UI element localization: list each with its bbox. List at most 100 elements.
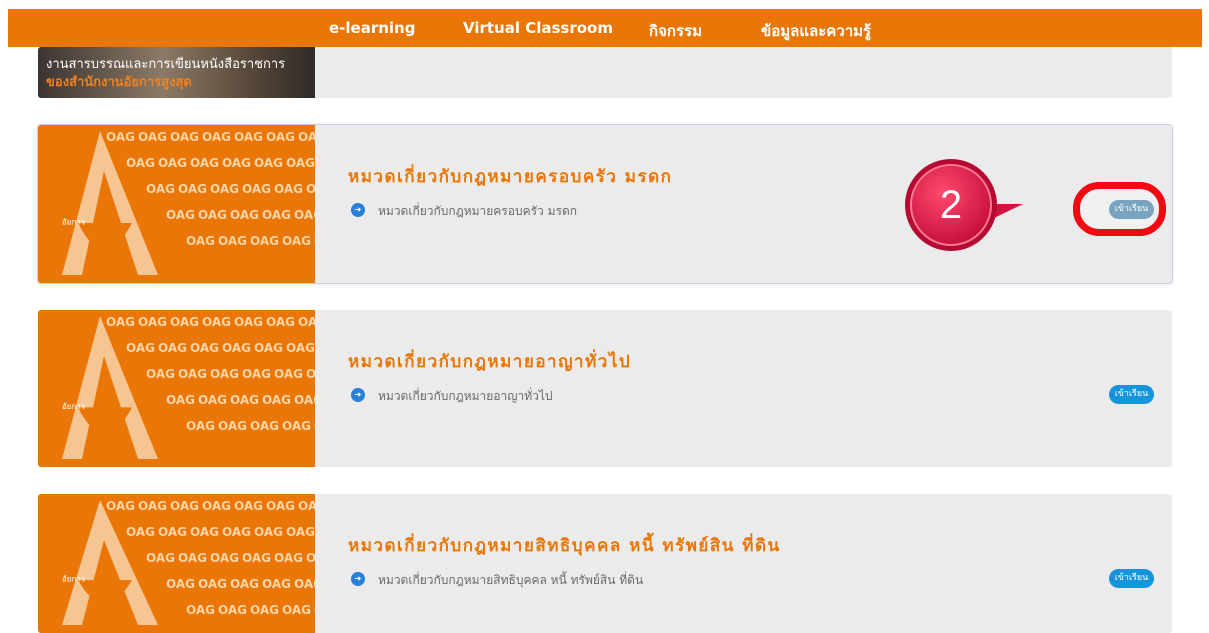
- oag-logo-text: OAG: [190, 341, 219, 355]
- oag-logo-text: OAG: [282, 419, 311, 433]
- oag-logo-text: OAG: [250, 603, 279, 617]
- course-thumbnail-oag: อัยการOAGOAGOAGOAGOAGOAGOAGOAGOAGOAGOAGO…: [38, 494, 315, 633]
- course-banner-image: งานสารบรรณและการเขียนหนังสือราชการ ของสำ…: [38, 47, 315, 98]
- oag-logo-text: OAG: [274, 551, 303, 565]
- oag-logo-text: OAG: [138, 315, 167, 329]
- oag-logo-text: OAG: [274, 367, 303, 381]
- oag-logo-text: OAG: [166, 577, 195, 591]
- course-title[interactable]: หมวดเกี่ยวกับกฎหมายสิทธิบุคคล หนี้ ทรัพย…: [348, 532, 781, 559]
- nav-item-virtual-classroom[interactable]: Virtual Classroom: [463, 19, 613, 37]
- oag-logo-text: OAG: [250, 419, 279, 433]
- course-thumbnail-oag: อัยการOAGOAGOAGOAGOAGOAGOAGOAGOAGOAGOAGO…: [38, 125, 315, 283]
- oag-logo-text: OAG: [106, 130, 135, 144]
- oag-logo-text: OAG: [178, 551, 207, 565]
- arrow-circle-icon: ➜: [351, 388, 365, 402]
- course-card-criminal-law[interactable]: อัยการOAGOAGOAGOAGOAGOAGOAGOAGOAGOAGOAGO…: [38, 310, 1172, 467]
- scale-symbol-icon: [62, 500, 158, 625]
- oag-logo-text: OAG: [210, 182, 239, 196]
- oag-logo-text: OAG: [210, 551, 239, 565]
- oag-logo-text: OAG: [218, 234, 247, 248]
- oag-logo-text: OAG: [306, 551, 315, 565]
- course-subtitle[interactable]: หมวดเกี่ยวกับกฎหมายอาญาทั่วไป: [378, 387, 553, 406]
- oag-logo-text: OAG: [158, 341, 187, 355]
- course-subtitle[interactable]: หมวดเกี่ยวกับกฎหมายสิทธิบุคคล หนี้ ทรัพย…: [378, 571, 643, 590]
- course-subtitle[interactable]: หมวดเกี่ยวกับกฎหมายครอบครัว มรดก: [378, 202, 577, 221]
- oag-logo-text: OAG: [286, 341, 315, 355]
- oag-logo-text: OAG: [294, 393, 315, 407]
- oag-logo-text: OAG: [282, 234, 311, 248]
- oag-logo-text: OAG: [126, 341, 155, 355]
- course-thumbnail-oag: อัยการOAGOAGOAGOAGOAGOAGOAGOAGOAGOAGOAGO…: [38, 310, 315, 467]
- oag-logo-text: OAG: [126, 525, 155, 539]
- oag-logo-text: OAG: [314, 603, 315, 617]
- oag-badge-text: อัยการ: [62, 575, 86, 584]
- oag-logo-text: OAG: [218, 603, 247, 617]
- oag-logo-text: OAG: [266, 499, 295, 513]
- course-card-personal-rights-law[interactable]: อัยการOAGOAGOAGOAGOAGOAGOAGOAGOAGOAGOAGO…: [38, 494, 1172, 633]
- step-number: 2: [939, 183, 963, 227]
- oag-logo-text: OAG: [222, 341, 251, 355]
- oag-logo-text: OAG: [298, 315, 315, 329]
- oag-logo-text: OAG: [286, 156, 315, 170]
- highlight-ring: [1073, 182, 1166, 236]
- course-card-top: งานสารบรรณและการเขียนหนังสือราชการ ของสำ…: [38, 47, 1172, 98]
- oag-logo-text: OAG: [202, 130, 231, 144]
- oag-logo-text: OAG: [230, 208, 259, 222]
- arrow-circle-icon: ➜: [351, 572, 365, 586]
- oag-logo-text: OAG: [146, 367, 175, 381]
- course-title[interactable]: หมวดเกี่ยวกับกฎหมายอาญาทั่วไป: [348, 348, 631, 375]
- oag-logo-text: OAG: [186, 603, 215, 617]
- oag-logo-text: OAG: [222, 156, 251, 170]
- oag-logo-text: OAG: [242, 551, 271, 565]
- oag-logo-text: OAG: [186, 419, 215, 433]
- oag-logo-text: OAG: [198, 577, 227, 591]
- enter-class-button[interactable]: เข้าเรียน: [1109, 569, 1154, 588]
- nav-item-e-learning[interactable]: e-learning: [329, 19, 415, 37]
- nav-item-knowledge[interactable]: ข้อมูลและความรู้: [761, 19, 871, 43]
- oag-logo-text: OAG: [234, 130, 263, 144]
- enter-class-button[interactable]: เข้าเรียน: [1109, 385, 1154, 404]
- oag-logo-text: OAG: [158, 156, 187, 170]
- arrow-circle-icon: ➜: [351, 203, 365, 217]
- oag-logo-text: OAG: [262, 393, 291, 407]
- oag-badge-text: อัยการ: [62, 218, 86, 227]
- oag-logo-text: OAG: [298, 499, 315, 513]
- oag-logo-text: OAG: [190, 156, 219, 170]
- oag-logo-text: OAG: [286, 525, 315, 539]
- oag-logo-text: OAG: [254, 156, 283, 170]
- oag-logo-text: OAG: [230, 393, 259, 407]
- oag-logo-text: OAG: [282, 603, 311, 617]
- oag-logo-text: OAG: [146, 551, 175, 565]
- oag-logo-text: OAG: [178, 182, 207, 196]
- oag-logo-text: OAG: [262, 577, 291, 591]
- oag-logo-text: OAG: [186, 234, 215, 248]
- oag-logo-text: OAG: [106, 499, 135, 513]
- oag-logo-text: OAG: [166, 208, 195, 222]
- oag-logo-text: OAG: [234, 499, 263, 513]
- oag-logo-text: OAG: [190, 525, 219, 539]
- oag-logo-text: OAG: [218, 419, 247, 433]
- oag-logo-text: OAG: [138, 130, 167, 144]
- oag-logo-text: OAG: [202, 499, 231, 513]
- oag-badge-text: อัยการ: [62, 402, 86, 411]
- oag-logo-text: OAG: [198, 393, 227, 407]
- top-nav: e-learning Virtual Classroom กิจกรรม ข้อ…: [8, 9, 1202, 47]
- scale-symbol-icon: [62, 131, 158, 275]
- oag-logo-text: OAG: [242, 367, 271, 381]
- nav-item-activities[interactable]: กิจกรรม: [649, 19, 702, 43]
- oag-logo-text: OAG: [266, 130, 295, 144]
- oag-logo-text: OAG: [314, 234, 315, 248]
- scale-symbol-icon: [62, 316, 158, 459]
- course-title[interactable]: หมวดเกี่ยวกับกฎหมายครอบครัว มรดก: [348, 163, 672, 190]
- oag-logo-text: OAG: [178, 367, 207, 381]
- banner-title-line2: ของสำนักงานอัยการสูงสุด: [46, 75, 192, 90]
- oag-logo-text: OAG: [170, 315, 199, 329]
- oag-logo-text: OAG: [250, 234, 279, 248]
- oag-logo-text: OAG: [298, 130, 315, 144]
- oag-logo-text: OAG: [222, 525, 251, 539]
- oag-logo-text: OAG: [274, 182, 303, 196]
- oag-logo-text: OAG: [166, 393, 195, 407]
- oag-logo-text: OAG: [158, 525, 187, 539]
- oag-logo-text: OAG: [138, 499, 167, 513]
- oag-logo-text: OAG: [202, 315, 231, 329]
